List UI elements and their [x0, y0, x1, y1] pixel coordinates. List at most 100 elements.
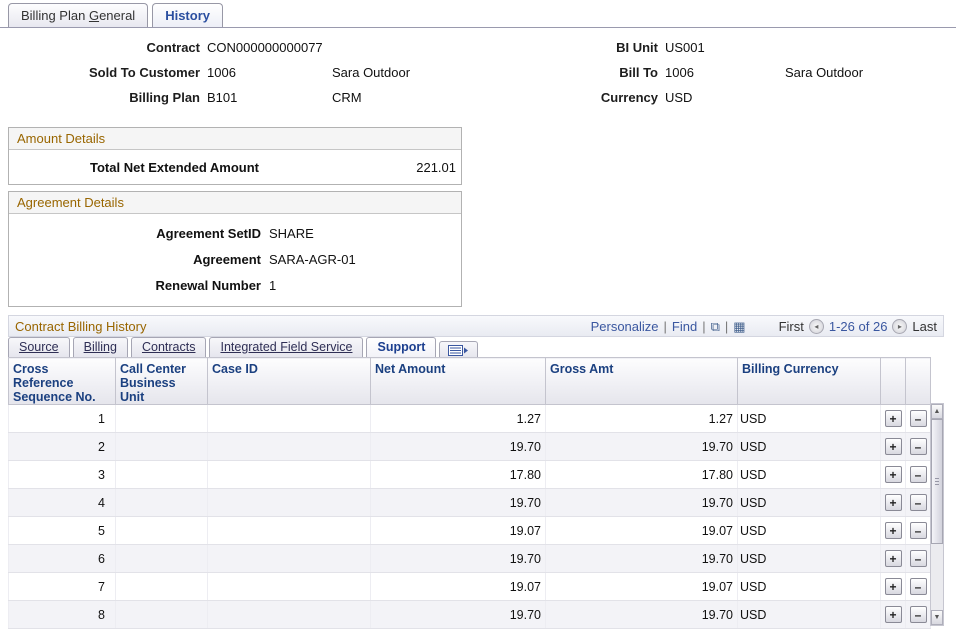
row-gross-amt: 17.80 — [546, 461, 738, 489]
last-link[interactable]: Last — [912, 319, 937, 334]
add-row-cell: + — [881, 573, 906, 601]
field-label-currency: Currency — [560, 90, 658, 105]
page-tab-history[interactable]: History — [152, 3, 223, 27]
row-billing-currency: USD — [738, 517, 881, 545]
grid-tab-billing[interactable]: Billing — [73, 337, 128, 357]
row-gross-amt: 19.07 — [546, 517, 738, 545]
delete-row-button[interactable]: – — [910, 606, 927, 623]
row-billing-currency: USD — [738, 461, 881, 489]
delete-row-button[interactable]: – — [910, 466, 927, 483]
add-row-button[interactable]: + — [885, 494, 902, 511]
field-row-contract: Contract CON000000000077 — [0, 40, 470, 59]
scroll-up-icon[interactable]: ▲ — [931, 404, 943, 419]
field-row-bi-unit: BI Unit US001 — [560, 40, 863, 59]
row-gross-amt: 19.07 — [546, 573, 738, 601]
delete-row-cell: – — [906, 405, 931, 433]
row-billing-currency: USD — [738, 405, 881, 433]
renewal-number-label: Renewal Number — [9, 278, 261, 293]
page-tab-label: Billing Plan — [21, 8, 89, 23]
field-value-currency: USD — [665, 90, 785, 105]
row-net-amount: 17.80 — [371, 461, 546, 489]
history-table: Cross Reference Sequence No. Call Center… — [8, 357, 931, 629]
delete-row-button[interactable]: – — [910, 494, 927, 511]
find-link[interactable]: Find — [672, 319, 697, 334]
field-value-sold-to-customer-name: Sara Outdoor — [332, 65, 410, 80]
grid-tabs: Source Billing Contracts Integrated Fiel… — [8, 337, 956, 357]
table-header-row: Cross Reference Sequence No. Call Center… — [9, 358, 931, 405]
delete-row-button[interactable]: – — [910, 550, 927, 567]
scroll-down-icon[interactable]: ▼ — [931, 610, 943, 625]
delete-row-button[interactable]: – — [910, 410, 927, 427]
total-net-extended-amount-label: Total Net Extended Amount — [9, 160, 259, 175]
row-gross-amt: 19.70 — [546, 545, 738, 573]
table-row: 619.7019.70USD+– — [9, 545, 931, 573]
contract-billing-history-grid: Cross Reference Sequence No. Call Center… — [8, 357, 944, 629]
page-tab-billing-plan-general[interactable]: Billing Plan General — [8, 3, 148, 27]
table-row: 419.7019.70USD+– — [9, 489, 931, 517]
agreement-row: Agreement SARA-AGR-01 — [9, 246, 461, 272]
row-cross-reference-sequence-no: 7 — [9, 573, 116, 601]
download-grid-icon[interactable]: ▦ — [733, 320, 745, 333]
renewal-number-value: 1 — [269, 278, 276, 293]
field-label-bi-unit: BI Unit — [560, 40, 658, 55]
grid-tab-source[interactable]: Source — [8, 337, 70, 357]
grid-scrollbar[interactable]: ▲ ▼ — [930, 403, 944, 626]
row-cross-reference-sequence-no: 6 — [9, 545, 116, 573]
add-row-button[interactable]: + — [885, 466, 902, 483]
row-net-amount: 19.70 — [371, 601, 546, 629]
add-row-button[interactable]: + — [885, 606, 902, 623]
scrollbar-thumb[interactable] — [931, 419, 943, 544]
table-row: 317.8017.80USD+– — [9, 461, 931, 489]
table-row: 819.7019.70USD+– — [9, 601, 931, 629]
row-cross-reference-sequence-no: 5 — [9, 517, 116, 545]
row-net-amount: 19.07 — [371, 517, 546, 545]
show-all-columns-tab[interactable] — [439, 341, 478, 357]
scrollbar-track[interactable] — [931, 419, 943, 610]
personalize-link[interactable]: Personalize — [591, 319, 659, 334]
grid-tab-contracts[interactable]: Contracts — [131, 337, 207, 357]
previous-arrow: ◂ — [814, 322, 818, 331]
add-row-cell: + — [881, 405, 906, 433]
previous-page-icon[interactable]: ◂ — [809, 319, 824, 334]
field-row-billing-plan: Billing Plan B101 CRM — [0, 90, 470, 109]
add-row-button[interactable]: + — [885, 578, 902, 595]
add-row-button[interactable]: + — [885, 522, 902, 539]
row-case-id — [208, 601, 371, 629]
agreement-setid-label: Agreement SetID — [9, 226, 261, 241]
separator: | — [725, 319, 728, 334]
first-link[interactable]: First — [779, 319, 804, 334]
row-gross-amt: 19.70 — [546, 433, 738, 461]
delete-row-button[interactable]: – — [910, 438, 927, 455]
row-call-center-business-unit — [116, 517, 208, 545]
row-call-center-business-unit — [116, 489, 208, 517]
popout-icon[interactable]: ⧉ — [711, 320, 720, 333]
field-value-bi-unit: US001 — [665, 40, 785, 55]
agreement-setid-row: Agreement SetID SHARE — [9, 220, 461, 246]
grid-toolbar: Personalize | Find | ⧉ | ▦ First ◂ 1-26 … — [591, 319, 937, 334]
delete-row-button[interactable]: – — [910, 578, 927, 595]
column-header-cross-reference-sequence-no: Cross Reference Sequence No. — [9, 358, 116, 405]
contract-billing-history-bar: Contract Billing History Personalize | F… — [8, 315, 944, 337]
field-label-bill-to: Bill To — [560, 65, 658, 80]
add-row-button[interactable]: + — [885, 410, 902, 427]
add-row-button[interactable]: + — [885, 550, 902, 567]
add-row-button[interactable]: + — [885, 438, 902, 455]
agreement-details-groupbox: Agreement Details Agreement SetID SHARE … — [8, 191, 462, 307]
row-case-id — [208, 405, 371, 433]
grid-tab-support[interactable]: Support — [366, 337, 436, 357]
next-page-icon[interactable]: ▸ — [892, 319, 907, 334]
page-tab-label: History — [165, 8, 210, 23]
page-tabs: Billing Plan General History — [0, 0, 956, 28]
field-value-bill-to: 1006 — [665, 65, 785, 80]
row-call-center-business-unit — [116, 461, 208, 489]
field-value-contract: CON000000000077 — [207, 40, 332, 55]
grid-tab-label: Integrated Field Service — [220, 340, 352, 354]
row-net-amount: 19.70 — [371, 433, 546, 461]
grid-tab-integrated-field-service[interactable]: Integrated Field Service — [209, 337, 363, 357]
row-call-center-business-unit — [116, 573, 208, 601]
amount-details-groupbox: Amount Details Total Net Extended Amount… — [8, 127, 462, 185]
field-row-currency: Currency USD — [560, 90, 863, 109]
renewal-number-row: Renewal Number 1 — [9, 272, 461, 298]
delete-row-button[interactable]: – — [910, 522, 927, 539]
delete-row-cell: – — [906, 517, 931, 545]
